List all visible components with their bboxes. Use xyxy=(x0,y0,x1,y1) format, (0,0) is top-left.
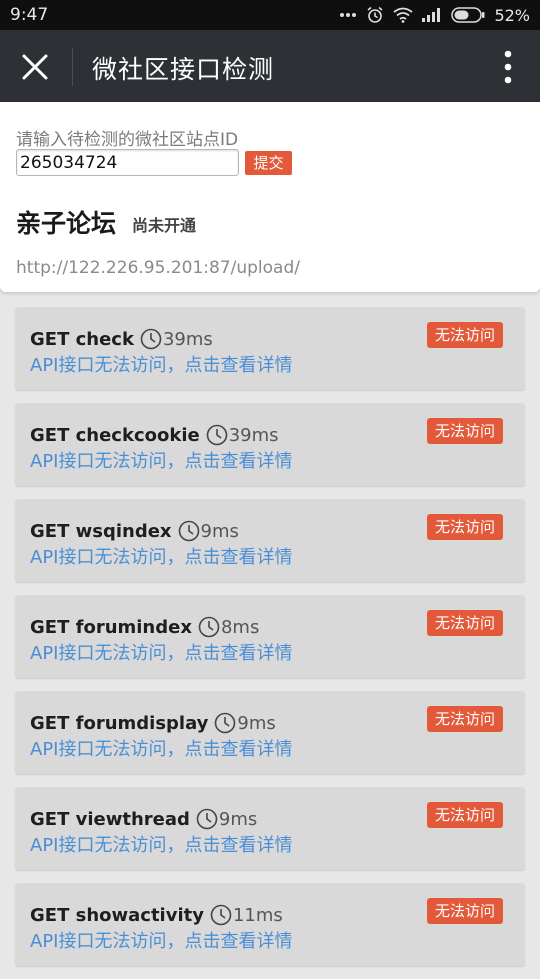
forum-status: 尚未开通 xyxy=(132,216,197,235)
status-badge: 无法访问 xyxy=(426,322,503,348)
api-item-viewthread[interactable]: GET viewthread 9ms API接口无法访问，点击查看详情 无法访问 xyxy=(15,787,525,870)
api-name: GET forumdisplay xyxy=(30,712,209,734)
site-id-label: 请输入待检测的微社区站点ID xyxy=(16,130,239,150)
submit-button[interactable]: 提交 xyxy=(245,151,292,175)
api-name: GET checkcookie xyxy=(30,424,200,446)
api-title: GET forumdisplay 9ms xyxy=(30,712,276,734)
status-time: 9:47 xyxy=(10,5,49,25)
clock-icon xyxy=(178,520,199,542)
clock-icon xyxy=(210,904,232,926)
api-item-check[interactable]: GET check 39ms API接口无法访问，点击查看详情 无法访问 xyxy=(15,307,525,390)
site-id-input[interactable] xyxy=(16,149,239,176)
api-detail-link[interactable]: API接口无法访问，点击查看详情 xyxy=(30,447,292,473)
clock-icon xyxy=(215,712,236,734)
api-item-forumindex[interactable]: GET forumindex 8ms API接口无法访问，点击查看详情 无法访问 xyxy=(15,595,525,678)
api-response-time: 9ms xyxy=(200,520,239,542)
api-response-time: 11ms xyxy=(232,904,283,926)
api-response-time: 39ms xyxy=(228,424,279,446)
status-badge: 无法访问 xyxy=(426,610,503,636)
api-detail-link[interactable]: API接口无法访问，点击查看详情 xyxy=(30,831,292,857)
forum-name: 亲子论坛 xyxy=(16,209,117,238)
api-item-wsqindex[interactable]: GET wsqindex 9ms API接口无法访问，点击查看详情 无法访问 xyxy=(15,499,525,582)
api-detail-link[interactable]: API接口无法访问，点击查看详情 xyxy=(30,639,292,665)
battery-icon xyxy=(451,7,485,23)
api-title: GET checkcookie 39ms xyxy=(30,424,279,446)
more-vertical-icon[interactable] xyxy=(504,50,512,84)
api-title: GET viewthread 9ms xyxy=(30,808,257,830)
api-detail-link[interactable]: API接口无法访问，点击查看详情 xyxy=(30,543,292,569)
api-item-showactivity[interactable]: GET showactivity 11ms API接口无法访问，点击查看详情 无… xyxy=(15,883,525,966)
api-response-time: 8ms xyxy=(220,616,260,638)
api-detail-link[interactable]: API接口无法访问，点击查看详情 xyxy=(30,351,292,377)
api-name: GET forumindex xyxy=(30,616,192,638)
clock-icon xyxy=(206,424,228,446)
more-dots-icon xyxy=(339,12,357,18)
forum-url: http://122.226.95.201:87/upload/ xyxy=(16,258,300,278)
header-divider xyxy=(72,48,73,86)
site-info-card: 请输入待检测的微社区站点ID 提交 亲子论坛 尚未开通 http://122.2… xyxy=(0,102,540,292)
api-response-time: 9ms xyxy=(218,808,258,830)
signal-icon xyxy=(422,8,442,22)
api-response-time: 39ms xyxy=(162,328,213,350)
api-name: GET wsqindex xyxy=(30,520,172,542)
status-badge: 无法访问 xyxy=(426,418,503,444)
clock-icon xyxy=(140,328,162,350)
api-name: GET viewthread xyxy=(30,808,190,830)
app-header: 微社区接口检测 xyxy=(0,30,540,102)
api-title: GET forumindex 8ms xyxy=(30,616,259,638)
api-item-forumdisplay[interactable]: GET forumdisplay 9ms API接口无法访问，点击查看详情 无法… xyxy=(15,691,525,774)
api-response-time: 9ms xyxy=(237,712,276,734)
clock-icon xyxy=(198,616,220,638)
api-item-checkcookie[interactable]: GET checkcookie 39ms API接口无法访问，点击查看详情 无法… xyxy=(15,403,525,486)
api-detail-link[interactable]: API接口无法访问，点击查看详情 xyxy=(30,927,292,953)
api-title: GET showactivity 11ms xyxy=(30,904,283,926)
wifi-icon xyxy=(393,7,413,23)
status-icons: 52% xyxy=(339,5,530,25)
clock-icon xyxy=(196,808,218,830)
api-detail-link[interactable]: API接口无法访问，点击查看详情 xyxy=(30,735,292,761)
api-check-list: GET check 39ms API接口无法访问，点击查看详情 无法访问 GET… xyxy=(15,307,525,979)
api-title: GET check 39ms xyxy=(30,328,213,350)
api-title: GET wsqindex 9ms xyxy=(30,520,239,542)
battery-percent: 52% xyxy=(494,5,530,25)
alarm-icon xyxy=(366,6,384,24)
api-name: GET check xyxy=(30,328,134,350)
status-badge: 无法访问 xyxy=(426,802,503,828)
status-bar: 9:47 52% xyxy=(0,0,540,30)
status-badge: 无法访问 xyxy=(426,706,503,732)
page-title: 微社区接口检测 xyxy=(92,55,275,84)
close-icon[interactable] xyxy=(20,52,50,82)
status-badge: 无法访问 xyxy=(426,898,503,924)
status-badge: 无法访问 xyxy=(426,514,503,540)
api-name: GET showactivity xyxy=(30,904,204,926)
